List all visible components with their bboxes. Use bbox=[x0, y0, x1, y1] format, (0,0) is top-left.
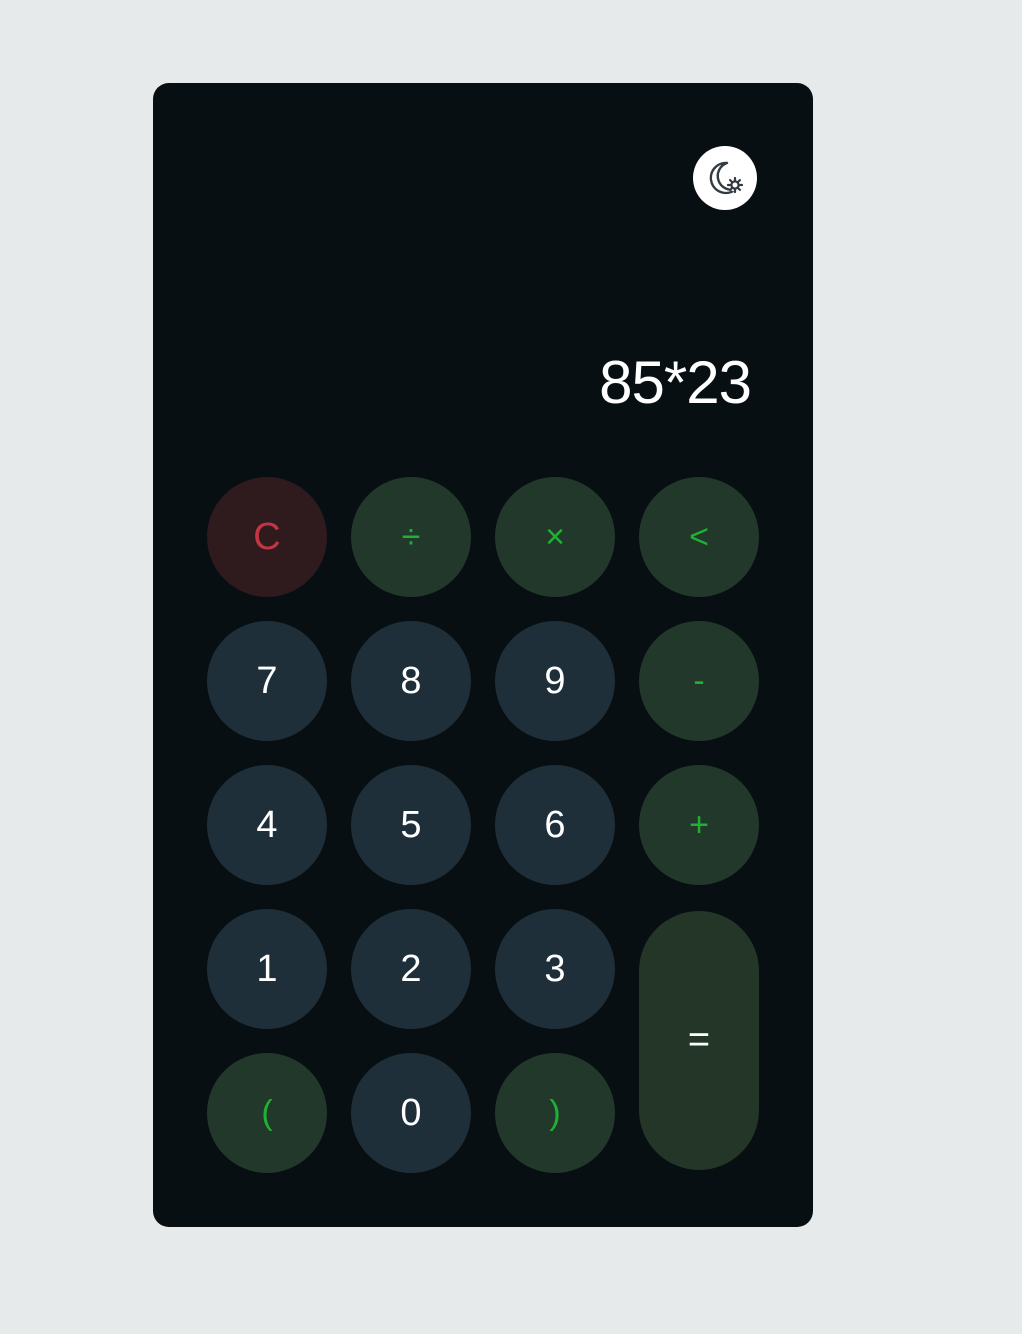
digit-1-button[interactable]: 1 bbox=[207, 909, 327, 1029]
minus-button[interactable]: - bbox=[639, 621, 759, 741]
digit-5-button[interactable]: 5 bbox=[351, 765, 471, 885]
equals-button[interactable]: = bbox=[639, 911, 759, 1170]
moon-gear-icon bbox=[705, 158, 745, 198]
open-paren-button[interactable]: ( bbox=[207, 1053, 327, 1173]
divide-button[interactable]: ÷ bbox=[351, 477, 471, 597]
digit-9-button[interactable]: 9 bbox=[495, 621, 615, 741]
digit-2-button[interactable]: 2 bbox=[351, 909, 471, 1029]
digit-7-button[interactable]: 7 bbox=[207, 621, 327, 741]
digit-0-button[interactable]: 0 bbox=[351, 1053, 471, 1173]
digit-8-button[interactable]: 8 bbox=[351, 621, 471, 741]
backspace-button[interactable]: < bbox=[639, 477, 759, 597]
digit-3-button[interactable]: 3 bbox=[495, 909, 615, 1029]
expression-display: 85*23 bbox=[599, 349, 752, 416]
theme-toggle-button[interactable] bbox=[693, 146, 757, 210]
calculator: 85*23 C ÷ × < 7 8 9 - 4 5 6 + 1 2 3 = ( … bbox=[153, 83, 813, 1227]
multiply-button[interactable]: × bbox=[495, 477, 615, 597]
digit-4-button[interactable]: 4 bbox=[207, 765, 327, 885]
digit-6-button[interactable]: 6 bbox=[495, 765, 615, 885]
plus-button[interactable]: + bbox=[639, 765, 759, 885]
clear-button[interactable]: C bbox=[207, 477, 327, 597]
close-paren-button[interactable]: ) bbox=[495, 1053, 615, 1173]
